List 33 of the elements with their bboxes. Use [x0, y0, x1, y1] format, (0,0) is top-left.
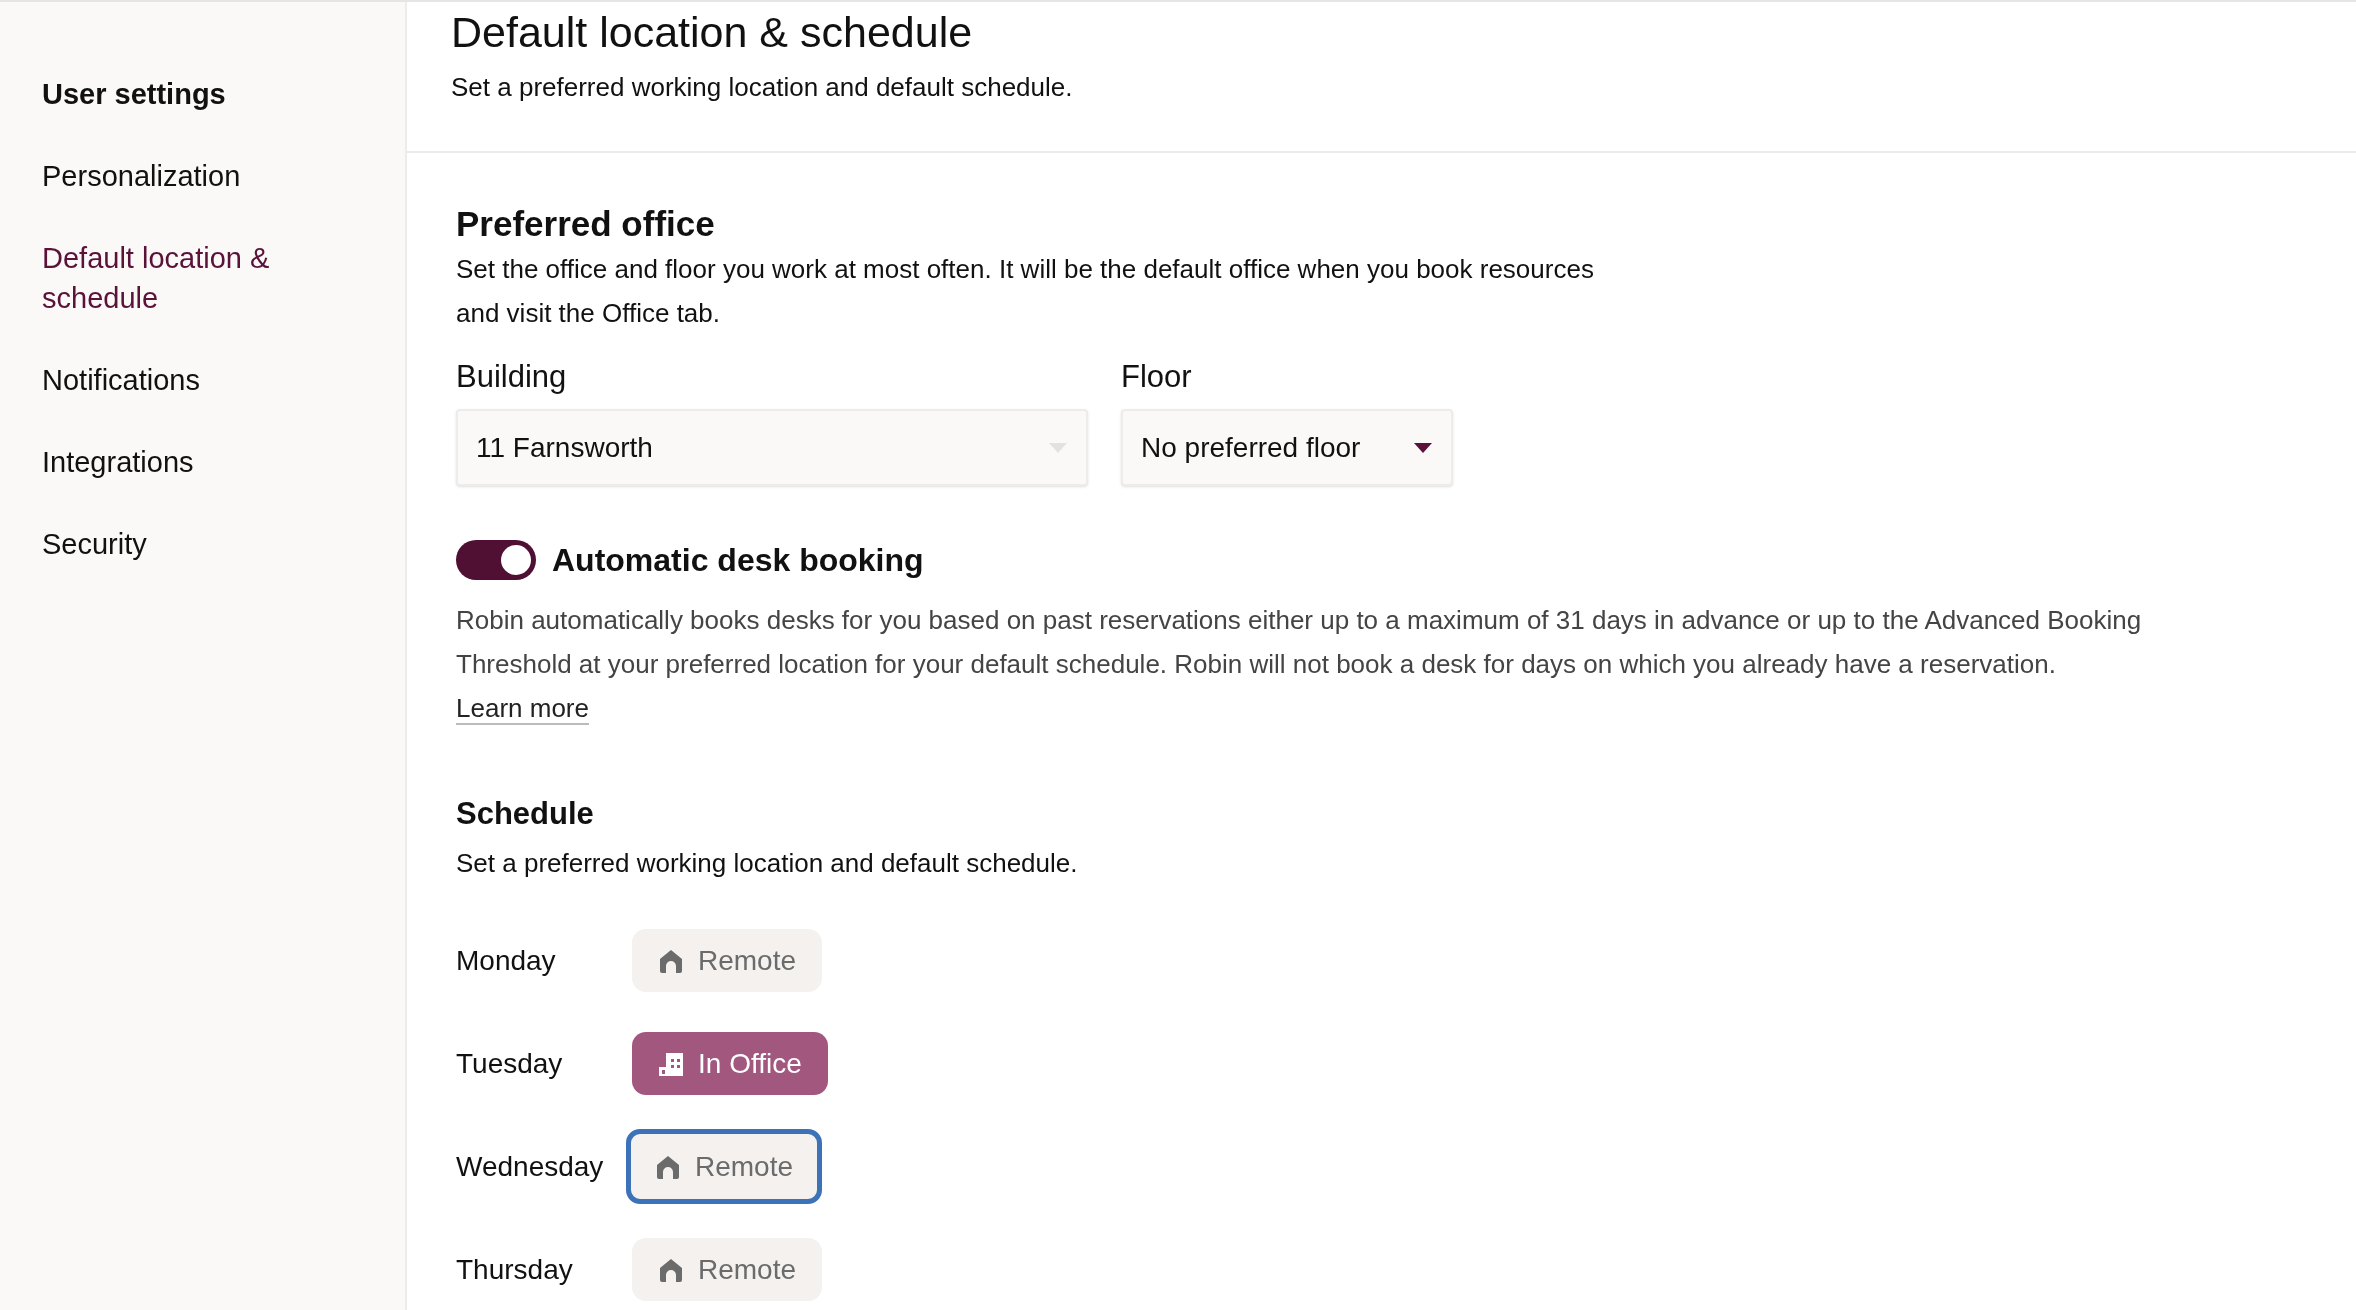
day-label: Thursday [456, 1252, 574, 1287]
floor-select[interactable]: No preferred floor [1121, 409, 1453, 486]
description-text: Robin automatically books desks for you based on past reservations either up to a maximum of 31 days in advance or up to the Advanced Booking Threshold at your preferred location for your default schedule. Robin will not book a desk for days on which you already have a reservation. Learn more [456, 604, 2143, 727]
house-icon [658, 947, 684, 974]
house-icon [655, 1153, 681, 1180]
section-description: Set the office and floor you work at most often. It will be the default office when you book resources and visit the Office tab. [456, 253, 1595, 330]
page-subtitle: Set a preferred working location and default schedule. [451, 71, 1074, 104]
day-label: Wednesday [456, 1149, 605, 1184]
caret-icon [1413, 441, 1433, 454]
location-button[interactable]: In Office [632, 1032, 828, 1095]
sidebar-item[interactable]: Personalization [42, 156, 332, 196]
section-description: Set a preferred working location and default schedule. [456, 847, 1079, 880]
page-title: Default location & schedule [451, 7, 974, 58]
section-title: Schedule [456, 795, 595, 833]
house-icon [658, 1256, 684, 1283]
toggle-switch[interactable] [456, 540, 536, 580]
learn-more-link[interactable]: Learn more [456, 693, 589, 725]
day-label: Tuesday [456, 1046, 564, 1081]
sidebar-item[interactable]: Security [42, 524, 332, 564]
sidebar-item[interactable]: Default location & schedule [42, 238, 332, 318]
field-label: Floor [1121, 358, 1193, 396]
sidebar-heading: User settings [42, 77, 227, 112]
caret-icon [1048, 441, 1068, 454]
building-icon [658, 1050, 684, 1077]
sidebar-item[interactable]: Notifications [42, 360, 332, 400]
toggle-label: Automatic desk booking [552, 541, 924, 580]
sidebar-item[interactable]: Integrations [42, 442, 332, 482]
field-label: Building [456, 358, 568, 396]
location-button[interactable]: Remote [632, 1238, 823, 1301]
location-button[interactable]: Remote [632, 929, 823, 992]
day-label: Monday [456, 943, 557, 978]
location-button[interactable]: Remote [626, 1129, 823, 1204]
section-title: Preferred office [456, 203, 716, 245]
